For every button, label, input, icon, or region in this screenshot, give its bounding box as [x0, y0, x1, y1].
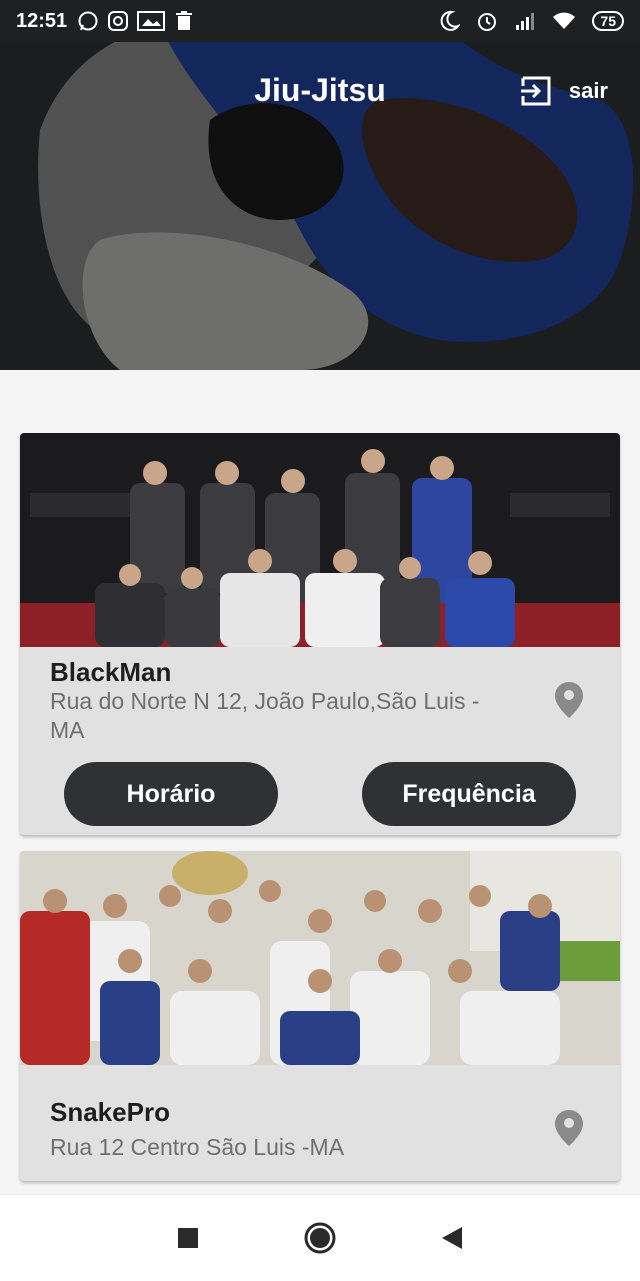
logout-icon [520, 76, 551, 106]
schedule-button[interactable]: Horário [64, 762, 278, 826]
back-button[interactable] [436, 1222, 468, 1254]
header-photo [0, 0, 640, 370]
system-nav-bar [0, 1194, 640, 1281]
logout-button[interactable]: sair [519, 74, 608, 108]
moon-icon [441, 10, 461, 31]
whatsapp-icon [78, 11, 98, 31]
photo-icon [137, 11, 166, 31]
status-bar: 12:51 75 [0, 0, 640, 42]
academy-photo [20, 433, 620, 647]
home-button[interactable] [304, 1222, 336, 1254]
academy-card[interactable]: SnakePro Rua 12 Centro São Luis -MA [20, 851, 620, 1181]
status-time: 12:51 [16, 9, 68, 32]
back-icon [442, 1227, 462, 1249]
academy-photo [20, 851, 620, 1065]
instagram-icon [108, 11, 129, 31]
wifi-icon [553, 12, 576, 29]
header-banner: Jiu-Jitsu sair [0, 0, 640, 370]
trash-icon [176, 11, 193, 30]
academy-address: Rua do Norte N 12, João Paulo,São Luis -… [50, 688, 480, 743]
attendance-button[interactable]: Frequência [362, 762, 576, 826]
battery-indicator: 75 [592, 11, 624, 31]
alarm-icon [478, 13, 497, 31]
recents-icon [178, 1228, 198, 1248]
academy-name: BlackMan [50, 657, 172, 687]
logout-label: sair [568, 78, 608, 103]
academy-name: SnakePro [50, 1097, 170, 1127]
home-icon [304, 1222, 336, 1254]
recents-button[interactable] [172, 1222, 204, 1254]
location-pin-icon[interactable] [554, 1109, 584, 1147]
location-pin-icon[interactable] [554, 681, 584, 719]
signal-icon [516, 13, 535, 30]
academy-address: Rua 12 Centro São Luis -MA [50, 1134, 345, 1160]
academy-card[interactable]: BlackMan Rua do Norte N 12, João Paulo,S… [20, 433, 620, 835]
